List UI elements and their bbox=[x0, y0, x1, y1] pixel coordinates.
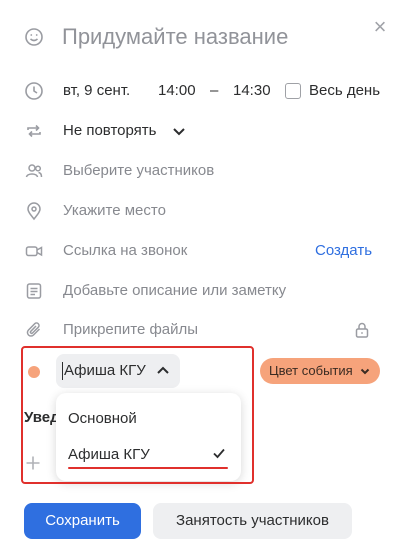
video-camera-icon bbox=[24, 241, 44, 261]
note-icon bbox=[24, 281, 44, 301]
description-input[interactable]: Добавьте описание или заметку bbox=[63, 281, 286, 301]
highlight-box bbox=[21, 346, 254, 484]
participants-availability-button[interactable]: Занятость участников bbox=[153, 503, 352, 539]
date-field[interactable]: вт, 9 сент. bbox=[63, 81, 130, 101]
all-day-checkbox[interactable] bbox=[285, 83, 301, 99]
clock-icon bbox=[24, 81, 44, 101]
chevron-down-icon bbox=[358, 363, 372, 379]
repeat-icon bbox=[24, 121, 44, 141]
location-input[interactable]: Укажите место bbox=[63, 201, 166, 221]
location-pin-icon bbox=[24, 201, 44, 221]
paperclip-icon bbox=[24, 320, 44, 340]
call-link-input[interactable]: Ссылка на звонок bbox=[63, 241, 187, 261]
participants-input[interactable]: Выберите участников bbox=[63, 161, 214, 181]
event-color-label: Цвет события bbox=[269, 363, 353, 378]
all-day-label[interactable]: Весь день bbox=[309, 81, 380, 101]
event-title-input[interactable]: Придумайте название bbox=[62, 22, 288, 52]
event-color-button[interactable]: Цвет события bbox=[260, 358, 380, 384]
lock-icon bbox=[352, 320, 372, 340]
start-time-field[interactable]: 14:00 bbox=[158, 81, 196, 101]
save-button[interactable]: Сохранить bbox=[24, 503, 141, 539]
users-icon bbox=[24, 161, 44, 181]
time-separator: – bbox=[210, 82, 219, 99]
close-icon[interactable]: × bbox=[369, 16, 391, 38]
smiley-icon[interactable] bbox=[24, 27, 44, 47]
create-call-link[interactable]: Создать bbox=[315, 241, 372, 261]
end-time-field[interactable]: 14:30 bbox=[233, 81, 271, 101]
chevron-down-icon[interactable] bbox=[169, 121, 189, 141]
repeat-select[interactable]: Не повторять bbox=[63, 121, 156, 141]
attach-files-input[interactable]: Прикрепите файлы bbox=[63, 320, 198, 340]
